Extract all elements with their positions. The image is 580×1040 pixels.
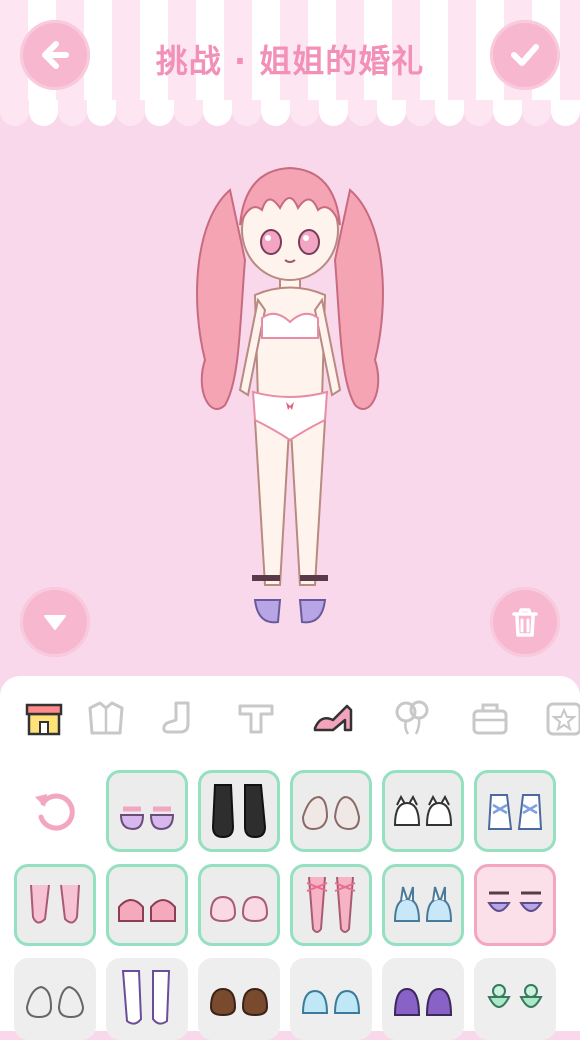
gray-sneakers-icon — [301, 795, 361, 831]
jacket-icon — [88, 701, 124, 735]
shoe-item-purple-bunny-boots[interactable] — [382, 958, 464, 1040]
blue-sneakers-icon — [487, 794, 543, 830]
tab-shop[interactable] — [16, 690, 72, 746]
tab-socks[interactable] — [150, 690, 206, 746]
pink-frill-shoes-icon — [118, 899, 176, 922]
bunny-slippers-icon — [393, 886, 453, 922]
checkmark-icon — [511, 44, 539, 66]
gray-high-tops-icon — [25, 985, 85, 1019]
tab-jacket[interactable] — [78, 690, 134, 746]
bag-icon — [472, 703, 508, 735]
shoe-item-pink-mary-janes[interactable] — [198, 864, 280, 946]
shoe-item-gray-sneakers[interactable] — [290, 770, 372, 852]
delete-button[interactable] — [490, 587, 560, 657]
shoe-item-bunny-slippers[interactable] — [382, 864, 464, 946]
awning-scallops — [0, 100, 580, 130]
arrow-left-icon — [42, 41, 69, 69]
category-tabs — [0, 690, 580, 750]
shoe-item-gray-high-tops[interactable] — [14, 958, 96, 1040]
sock-icon — [162, 701, 190, 734]
shoe-item-lace-up-boots[interactable] — [106, 958, 188, 1040]
shoe-item-mint-pompom[interactable] — [474, 958, 556, 1040]
pink-mary-janes-icon — [209, 895, 269, 923]
triangle-down-icon — [44, 615, 66, 630]
page-title: 挑战 · 姐姐的婚礼 — [155, 42, 425, 80]
shoe-item-cat-slippers[interactable] — [382, 770, 464, 852]
purple-bunny-boots-icon — [393, 987, 453, 1016]
star-box-icon — [546, 702, 580, 736]
reset-icon — [35, 793, 75, 831]
shoe-item-black-boots[interactable] — [198, 770, 280, 852]
tab-shirts[interactable] — [228, 690, 284, 746]
confirm-button[interactable] — [490, 20, 560, 90]
shoe-item-pink-ballet-flats[interactable] — [14, 864, 96, 946]
shoe-item-pink-pointe[interactable] — [290, 864, 372, 946]
shoe-item-lavender-pumps[interactable] — [474, 864, 556, 946]
purple-bow-shoes-icon — [119, 806, 175, 831]
blue-bow-shoes-icon — [301, 989, 361, 1014]
shoe-item-blue-sneakers[interactable] — [474, 770, 556, 852]
trash-icon — [512, 608, 538, 637]
tab-accessories[interactable] — [384, 690, 440, 746]
shirt-icon — [238, 704, 274, 734]
tab-bags[interactable] — [462, 690, 518, 746]
tab-shoes[interactable] — [306, 690, 362, 746]
tab-special[interactable] — [536, 690, 580, 746]
character-stage — [0, 130, 580, 675]
pink-ballet-flats-icon — [30, 884, 80, 924]
cat-slippers-icon — [393, 794, 453, 826]
shoe-item-pink-frill[interactable] — [106, 864, 188, 946]
shop-icon — [25, 703, 63, 736]
collapse-button[interactable] — [20, 587, 90, 657]
brown-loafers-icon — [209, 987, 269, 1017]
back-button[interactable] — [20, 20, 90, 90]
black-boots-icon — [211, 784, 267, 839]
shoe-item-purple-bow[interactable] — [106, 770, 188, 852]
shoe-item-blue-bow[interactable] — [290, 958, 372, 1040]
reset-button[interactable] — [14, 770, 96, 852]
lavender-pumps-icon — [487, 891, 543, 912]
lace-up-boots-icon — [121, 970, 171, 1025]
mint-pompom-shoes-icon — [487, 984, 543, 1008]
shoe-item-brown-loafers[interactable] — [198, 958, 280, 1040]
balloons-icon — [395, 700, 429, 735]
pink-ribbon-pointe-icon — [306, 876, 356, 933]
character-doll — [196, 166, 384, 624]
high-heel-icon — [313, 704, 353, 732]
